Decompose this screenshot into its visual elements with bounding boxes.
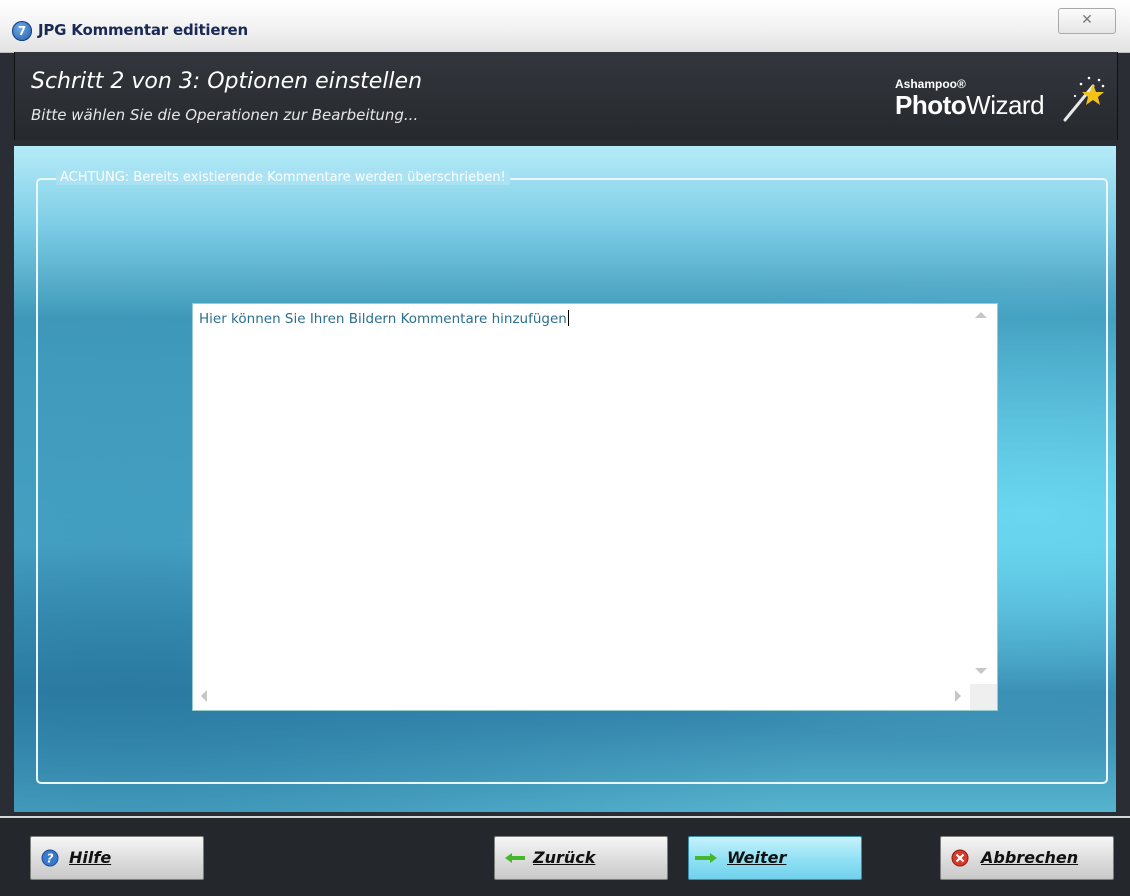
back-label: Zurück [533,848,596,867]
scroll-up-arrow[interactable] [975,312,987,318]
wizard-footer: ? Hilfe Zurück Weiter Abbrechen [0,816,1130,896]
svg-text:?: ? [47,852,54,866]
warning-legend: ACHTUNG: Bereits existierende Kommentare… [56,170,510,185]
next-button[interactable]: Weiter [688,836,862,880]
comment-groupbox: ACHTUNG: Bereits existierende Kommentare… [36,170,1108,784]
wand-icon [1063,76,1105,122]
brand-name-rest: Wizard [966,90,1045,120]
cancel-button[interactable]: Abbrechen [940,836,1114,880]
back-button[interactable]: Zurück [494,836,668,880]
wizard-header: Schritt 2 von 3: Optionen einstellen Bit… [14,52,1118,140]
scroll-right-arrow[interactable] [955,690,961,702]
step-title: Schritt 2 von 3: Optionen einstellen [31,69,423,94]
brand-name-bold: Photo [895,90,967,120]
help-button[interactable]: ? Hilfe [30,836,204,880]
title-bar: 7 JPG Kommentar editieren ✕ [0,0,1130,53]
help-icon: ? [41,849,59,867]
scroll-left-arrow[interactable] [201,690,207,702]
scrollbar-corner [970,684,997,710]
brand-logo: PhotoWizard [895,90,1045,121]
close-button[interactable]: ✕ [1058,8,1116,34]
cancel-label: Abbrechen [981,848,1079,867]
next-label: Weiter [727,848,787,867]
scroll-down-arrow[interactable] [975,668,987,674]
cancel-icon [951,849,969,867]
next-arrow-icon [695,853,717,863]
back-arrow-icon [505,853,525,863]
comment-text-value: Hier können Sie Ihren Bildern Kommentare… [199,311,567,327]
wizard-window: 7 JPG Kommentar editieren ✕ Schritt 2 vo… [0,0,1130,896]
step-subtitle: Bitte wählen Sie die Operationen zur Bea… [31,106,419,124]
text-caret [567,310,569,326]
help-label: Hilfe [69,848,112,867]
comment-textarea[interactable]: Hier können Sie Ihren Bildern Kommentare… [192,303,998,711]
wizard-content: ACHTUNG: Bereits existierende Kommentare… [14,146,1116,812]
app-icon: 7 [12,21,32,41]
brand-vendor: Ashampoo® [895,77,966,91]
comment-text[interactable]: Hier können Sie Ihren Bildern Kommentare… [199,310,969,680]
window-title: JPG Kommentar editieren [38,21,248,39]
